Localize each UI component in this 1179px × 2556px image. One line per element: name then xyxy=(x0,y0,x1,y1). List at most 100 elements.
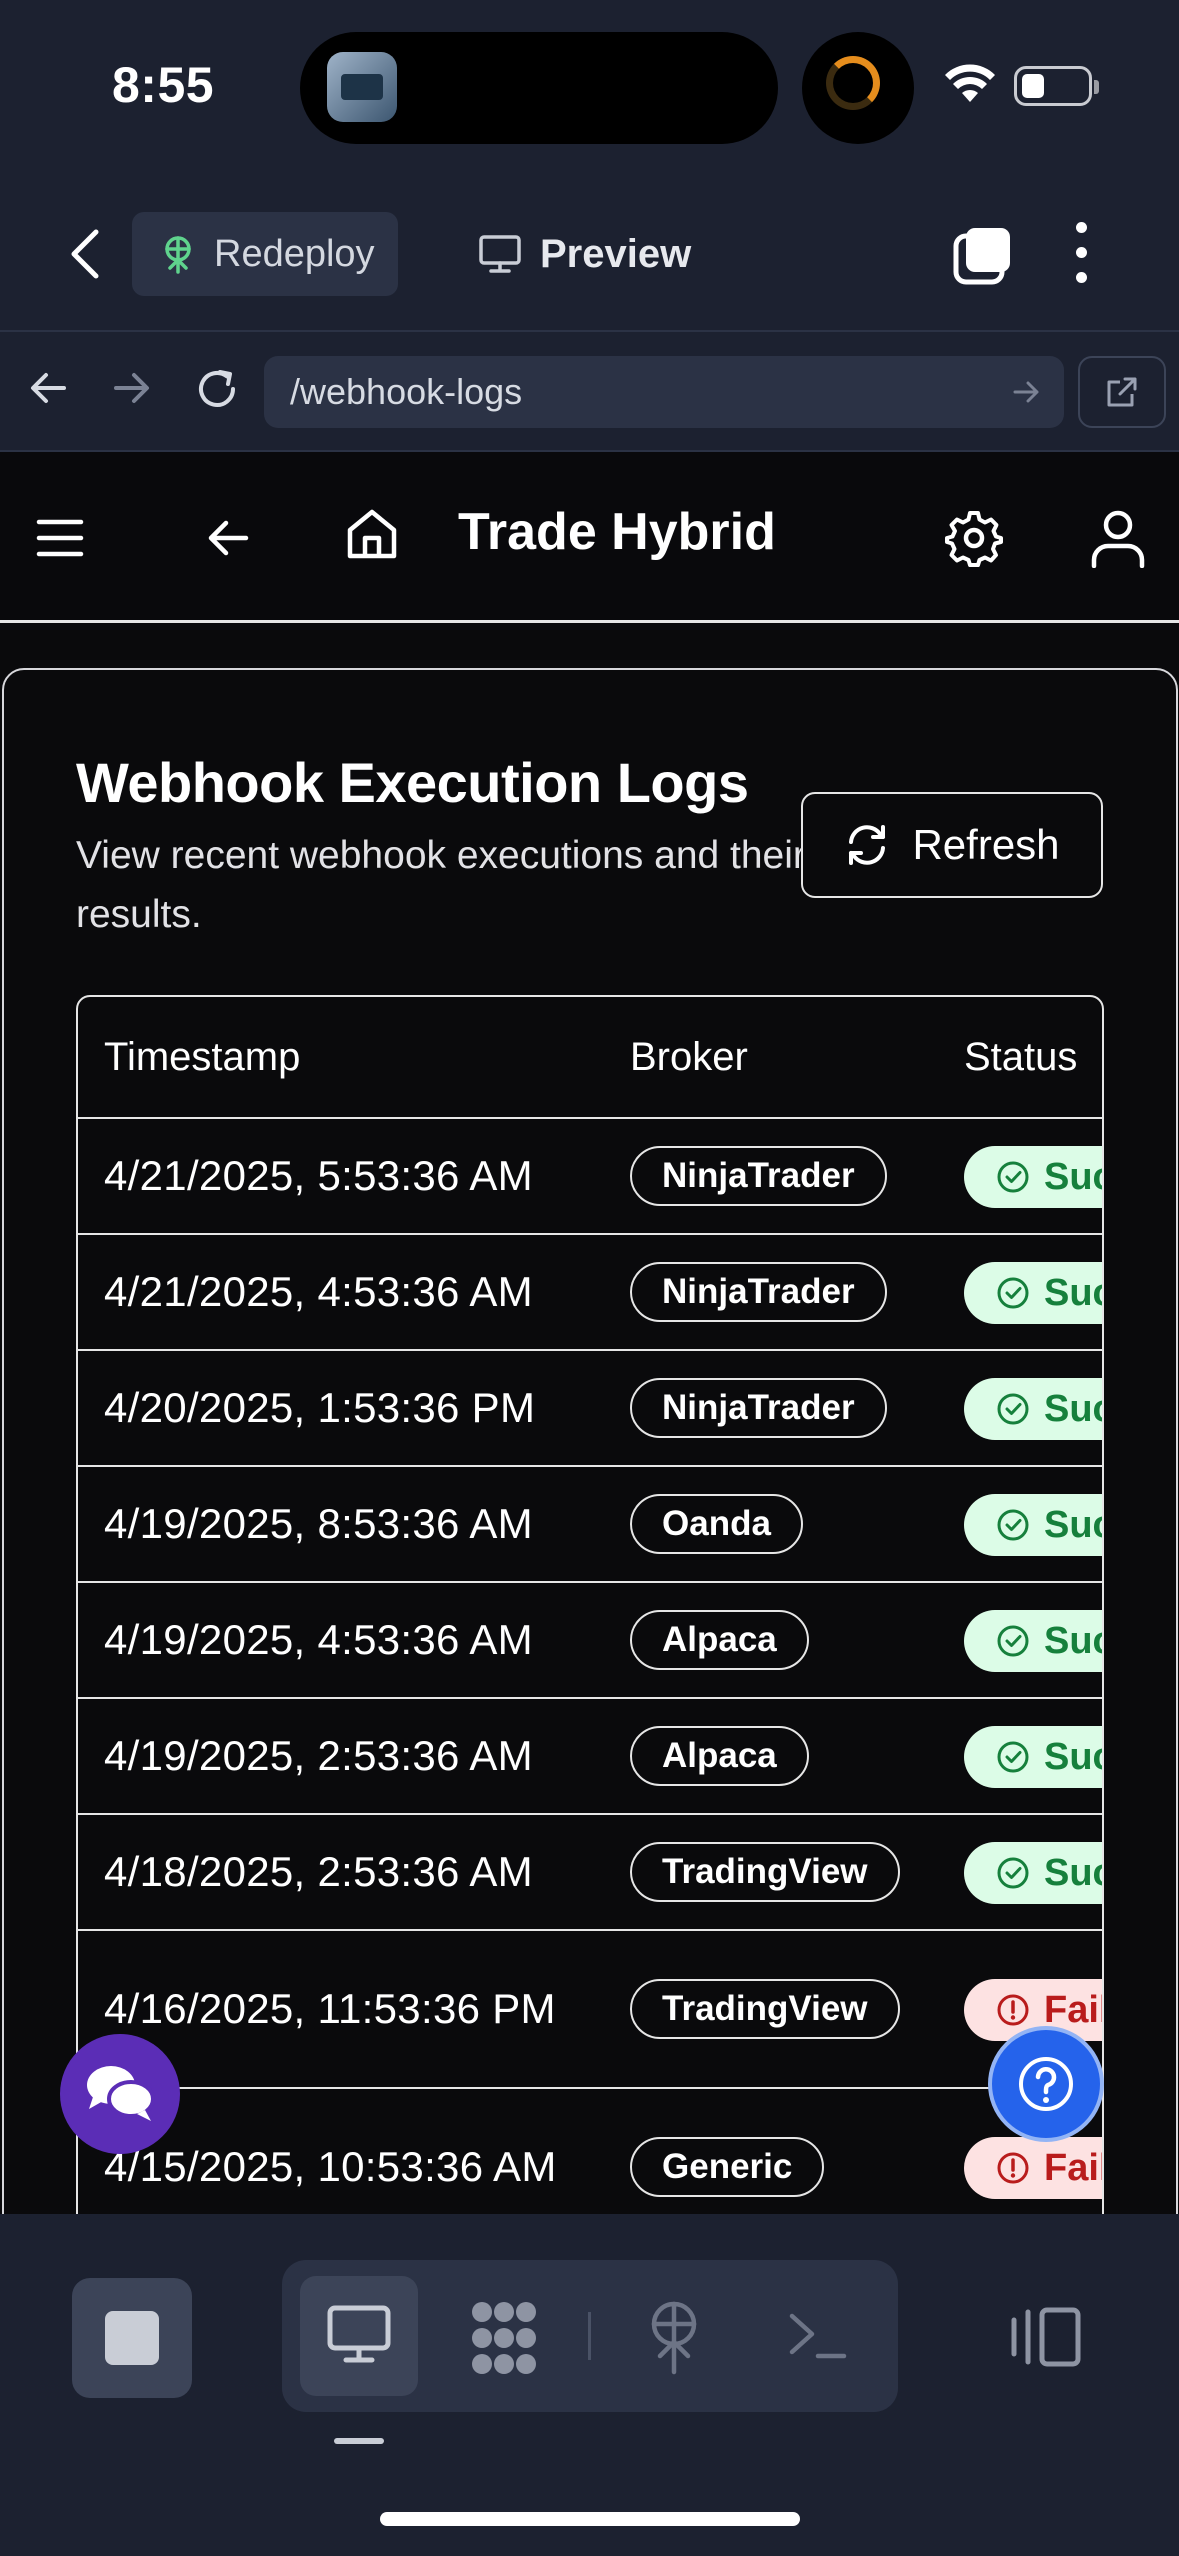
table-row[interactable]: 4/18/2025, 2:53:36 AM TradingView Suc xyxy=(78,1813,1102,1931)
status-label: Suc xyxy=(1044,1155,1102,1198)
back-arrow-icon[interactable] xyxy=(204,514,252,562)
broker-badge: Alpaca xyxy=(630,1726,809,1786)
back-chevron-icon[interactable] xyxy=(66,228,106,280)
logs-table: Timestamp Broker Status 4/21/2025, 5:53:… xyxy=(76,995,1104,2295)
broker-badge: NinjaTrader xyxy=(630,1262,887,1322)
broker-badge: TradingView xyxy=(630,1979,900,2039)
table-row[interactable]: 4/16/2025, 11:53:36 PM TradingView Fail xyxy=(78,1929,1104,2089)
stop-button[interactable] xyxy=(72,2278,192,2398)
battery-icon xyxy=(1014,66,1092,106)
table-row[interactable]: 4/21/2025, 5:53:36 AM NinjaTrader Suc xyxy=(78,1117,1102,1235)
status-label: Fail xyxy=(1044,1988,1104,2031)
open-external-button[interactable] xyxy=(1078,356,1166,428)
status-badge: Suc xyxy=(964,1726,1102,1788)
status-badge: Suc xyxy=(964,1610,1102,1672)
table-row[interactable]: 4/20/2025, 1:53:36 PM NinjaTrader Suc xyxy=(78,1349,1102,1467)
preview-label: Preview xyxy=(540,231,692,276)
row-timestamp: 4/21/2025, 4:53:36 AM xyxy=(104,1268,533,1315)
status-badge: Suc xyxy=(964,1262,1102,1324)
progress-ring-icon xyxy=(826,56,880,110)
table-row[interactable]: 4/19/2025, 8:53:36 AM Oanda Suc xyxy=(78,1465,1102,1583)
external-link-icon xyxy=(1107,377,1137,407)
row-timestamp: 4/15/2025, 10:53:36 AM xyxy=(104,2143,557,2190)
status-label: Suc xyxy=(1044,1271,1102,1314)
broker-badge: NinjaTrader xyxy=(630,1378,887,1438)
help-button[interactable] xyxy=(988,2026,1104,2142)
column-header-timestamp[interactable]: Timestamp xyxy=(104,1035,300,1080)
terminal-icon[interactable] xyxy=(788,2308,848,2364)
home-icon[interactable] xyxy=(344,506,400,562)
status-label: Suc xyxy=(1044,1619,1102,1662)
status-label: Suc xyxy=(1044,1503,1102,1546)
page-subtitle: View recent webhook executions and their… xyxy=(76,834,806,936)
check-circle-icon xyxy=(997,1161,1029,1193)
refresh-label: Refresh xyxy=(912,821,1060,868)
status-label: Suc xyxy=(1044,1851,1102,1894)
status-badge: Suc xyxy=(964,1494,1102,1556)
check-circle-icon xyxy=(997,1277,1029,1309)
broker-badge: Alpaca xyxy=(630,1610,809,1670)
preview-tab[interactable]: Preview xyxy=(478,212,691,296)
broker-badge: NinjaTrader xyxy=(630,1146,887,1206)
alert-circle-icon xyxy=(997,1994,1029,2026)
settings-gear-icon[interactable] xyxy=(944,508,1004,568)
row-timestamp: 4/18/2025, 2:53:36 AM xyxy=(104,1848,533,1895)
alert-circle-icon xyxy=(997,2152,1029,2184)
live-activity-app-icon xyxy=(327,52,397,122)
status-label: Suc xyxy=(1044,1387,1102,1430)
broker-badge: Generic xyxy=(630,2137,825,2197)
redeploy-label: Redeploy xyxy=(214,232,375,275)
agent-dots-icon[interactable] xyxy=(466,2300,542,2376)
broker-badge: Oanda xyxy=(630,1494,803,1554)
split-view-icon[interactable] xyxy=(1010,2306,1082,2368)
page-title: Webhook Execution Logs xyxy=(76,751,749,814)
tabs-icon[interactable] xyxy=(952,224,1014,286)
table-row[interactable]: 4/19/2025, 4:53:36 AM Alpaca Suc xyxy=(78,1581,1102,1699)
row-timestamp: 4/16/2025, 11:53:36 PM xyxy=(104,1985,556,2032)
status-badge: Suc xyxy=(964,1378,1102,1440)
hamburger-menu-icon[interactable] xyxy=(36,516,84,560)
wifi-icon xyxy=(945,64,995,102)
row-timestamp: 4/19/2025, 2:53:36 AM xyxy=(104,1732,533,1779)
stop-icon xyxy=(105,2311,159,2365)
site-title[interactable]: Trade Hybrid xyxy=(458,502,776,562)
status-badge: Suc xyxy=(964,1842,1102,1904)
browser-back-icon[interactable] xyxy=(26,366,70,410)
monitor-icon xyxy=(479,235,521,273)
status-badge: Suc xyxy=(964,1146,1102,1208)
url-field[interactable]: /webhook-logs xyxy=(264,356,1064,428)
reload-icon[interactable] xyxy=(194,366,240,412)
chat-bubbles-icon xyxy=(87,2066,155,2121)
active-tab-indicator xyxy=(334,2438,384,2444)
check-circle-icon xyxy=(997,1741,1029,1773)
check-circle-icon xyxy=(997,1857,1029,1889)
refresh-button[interactable]: Refresh xyxy=(801,792,1103,898)
home-indicator xyxy=(380,2512,800,2526)
more-menu-icon[interactable] xyxy=(1076,222,1090,297)
column-header-status[interactable]: Status xyxy=(964,1035,1077,1080)
status-label: Suc xyxy=(1044,1735,1102,1778)
table-row[interactable]: 4/21/2025, 4:53:36 AM NinjaTrader Suc xyxy=(78,1233,1102,1351)
table-row[interactable]: 4/19/2025, 2:53:36 AM Alpaca Suc xyxy=(78,1697,1102,1815)
column-header-broker[interactable]: Broker xyxy=(630,1035,748,1080)
check-circle-icon xyxy=(997,1509,1029,1541)
row-timestamp: 4/19/2025, 4:53:36 AM xyxy=(104,1616,533,1663)
help-question-icon xyxy=(1019,2057,1073,2111)
navbar-divider xyxy=(0,620,1179,623)
user-icon[interactable] xyxy=(1090,508,1146,568)
check-circle-icon xyxy=(997,1625,1029,1657)
status-time: 8:55 xyxy=(112,57,215,113)
broker-badge: TradingView xyxy=(630,1842,900,1902)
deploy-icon[interactable] xyxy=(644,2300,704,2376)
check-circle-icon xyxy=(997,1393,1029,1425)
url-text: /webhook-logs xyxy=(290,371,523,412)
go-arrow-icon[interactable] xyxy=(1012,377,1042,407)
status-badge: Fail xyxy=(964,2137,1102,2199)
deploy-icon xyxy=(165,236,191,274)
browser-forward-icon[interactable] xyxy=(110,366,154,410)
row-timestamp: 4/19/2025, 8:53:36 AM xyxy=(104,1500,533,1547)
row-timestamp: 4/20/2025, 1:53:36 PM xyxy=(104,1384,536,1431)
chat-button[interactable] xyxy=(60,2034,180,2154)
row-timestamp: 4/21/2025, 5:53:36 AM xyxy=(104,1152,533,1199)
redeploy-button[interactable]: Redeploy xyxy=(132,212,398,296)
